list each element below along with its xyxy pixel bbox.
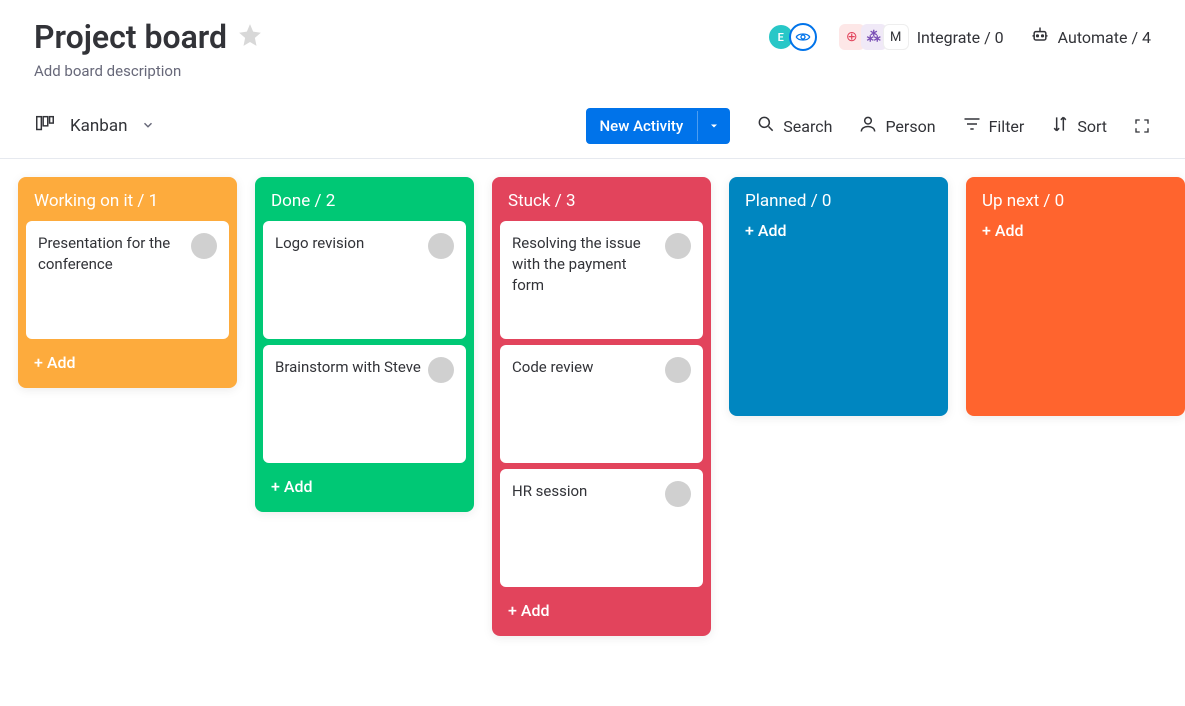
integrate-label: Integrate / 0: [917, 28, 1004, 47]
card-assignee-avatar[interactable]: [665, 233, 691, 259]
card-assignee-avatar[interactable]: [665, 481, 691, 507]
card-assignee-avatar[interactable]: [191, 233, 217, 259]
person-label: Person: [885, 117, 935, 136]
chevron-down-icon: [141, 117, 155, 136]
add-card-button[interactable]: + Add: [255, 463, 474, 512]
kanban-card[interactable]: Presentation for the conference: [26, 221, 229, 339]
integration-icons: ⊕ ⁂ M: [843, 24, 909, 50]
kanban-icon: [34, 113, 56, 139]
filter-icon: [962, 114, 982, 138]
kanban-column: Up next / 0+ Add: [966, 177, 1185, 416]
guest-view-icon: [789, 23, 817, 51]
filter-button[interactable]: Filter: [962, 114, 1025, 138]
card-title: Resolving the issue with the payment for…: [512, 233, 665, 296]
card-title: Brainstorm with Steve: [275, 357, 428, 378]
kanban-column: Done / 2 Logo revision Brainstorm with Ste…: [255, 177, 474, 512]
card-assignee-avatar[interactable]: [428, 233, 454, 259]
column-header[interactable]: Stuck / 3: [492, 177, 711, 221]
add-card-button[interactable]: + Add: [966, 221, 1185, 256]
sort-icon: [1050, 114, 1070, 138]
automate-button[interactable]: Automate / 4: [1030, 25, 1151, 49]
kanban-column: Planned / 0+ Add: [729, 177, 948, 416]
page-title: Project board: [34, 18, 227, 56]
kanban-card[interactable]: Logo revision: [263, 221, 466, 339]
kanban-column: Stuck / 3 Resolving the issue with the pa…: [492, 177, 711, 636]
automate-label: Automate / 4: [1058, 28, 1151, 47]
kanban-board: Working on it / 1 Presentation for the co…: [0, 159, 1185, 654]
column-header[interactable]: Up next / 0: [966, 177, 1185, 221]
integrate-button[interactable]: ⊕ ⁂ M Integrate / 0: [843, 24, 1004, 50]
add-card-button[interactable]: + Add: [729, 221, 948, 256]
filter-label: Filter: [989, 117, 1025, 136]
search-label: Search: [783, 117, 832, 136]
card-assignee-avatar[interactable]: [665, 357, 691, 383]
new-activity-label: New Activity: [586, 108, 698, 144]
add-card-button[interactable]: + Add: [18, 339, 237, 388]
kanban-card[interactable]: Code review: [500, 345, 703, 463]
star-icon[interactable]: [237, 22, 263, 52]
column-header[interactable]: Planned / 0: [729, 177, 948, 221]
card-title: Logo revision: [275, 233, 428, 254]
view-selector[interactable]: Kanban: [34, 113, 155, 139]
sort-label: Sort: [1077, 117, 1107, 136]
board-members[interactable]: E: [773, 23, 817, 51]
robot-icon: [1030, 25, 1050, 49]
new-activity-button[interactable]: New Activity: [586, 108, 731, 144]
card-title: Presentation for the conference: [38, 233, 191, 275]
person-icon: [858, 114, 878, 138]
kanban-card[interactable]: HR session: [500, 469, 703, 587]
column-header[interactable]: Working on it / 1: [18, 177, 237, 221]
search-icon: [756, 114, 776, 138]
sort-button[interactable]: Sort: [1050, 114, 1107, 138]
card-assignee-avatar[interactable]: [428, 357, 454, 383]
board-description[interactable]: Add board description: [34, 62, 1151, 80]
kanban-card[interactable]: Resolving the issue with the payment for…: [500, 221, 703, 339]
view-name: Kanban: [70, 116, 127, 136]
card-title: Code review: [512, 357, 665, 378]
person-filter-button[interactable]: Person: [858, 114, 935, 138]
kanban-card[interactable]: Brainstorm with Steve: [263, 345, 466, 463]
kanban-column: Working on it / 1 Presentation for the co…: [18, 177, 237, 388]
card-title: HR session: [512, 481, 665, 502]
fullscreen-button[interactable]: [1133, 117, 1151, 135]
column-header[interactable]: Done / 2: [255, 177, 474, 221]
add-card-button[interactable]: + Add: [492, 587, 711, 636]
search-button[interactable]: Search: [756, 114, 832, 138]
new-activity-dropdown[interactable]: [697, 111, 730, 141]
